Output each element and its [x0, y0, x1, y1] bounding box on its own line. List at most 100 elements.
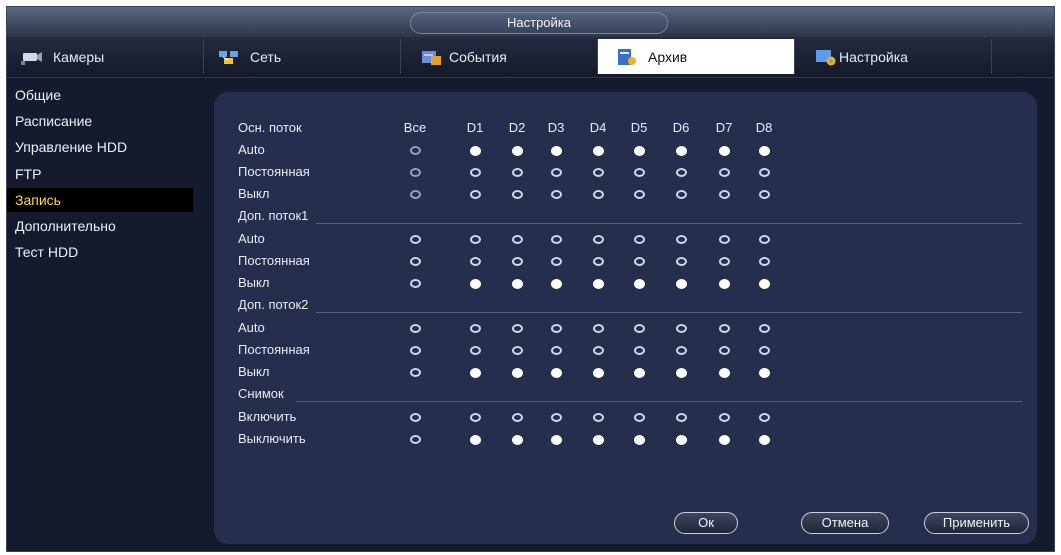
sidebar-item-general[interactable]: Общие — [7, 83, 197, 107]
radio-unselected[interactable] — [410, 435, 421, 444]
radio-selected[interactable] — [634, 146, 645, 156]
radio-unselected[interactable] — [719, 190, 730, 199]
radio-selected[interactable] — [719, 146, 730, 156]
radio-selected[interactable] — [676, 279, 687, 289]
radio-unselected[interactable] — [551, 324, 562, 333]
radio-unselected[interactable] — [593, 346, 604, 355]
radio-unselected[interactable] — [719, 346, 730, 355]
radio-unselected[interactable] — [551, 413, 562, 422]
radio-unselected[interactable] — [676, 257, 687, 266]
sidebar-item-schedule[interactable]: Расписание — [7, 109, 197, 133]
radio-selected[interactable] — [551, 368, 562, 378]
radio-unselected[interactable] — [676, 190, 687, 199]
radio-unselected[interactable] — [410, 235, 421, 244]
radio-unselected[interactable] — [719, 413, 730, 422]
radio-unselected[interactable] — [551, 346, 562, 355]
radio-unselected[interactable] — [410, 279, 421, 288]
radio-unselected[interactable] — [634, 257, 645, 266]
radio-unselected[interactable] — [593, 324, 604, 333]
radio-unselected[interactable] — [470, 346, 481, 355]
radio-unselected[interactable] — [676, 235, 687, 244]
radio-unselected[interactable] — [676, 324, 687, 333]
radio-unselected[interactable] — [634, 235, 645, 244]
radio-unselected[interactable] — [512, 413, 523, 422]
radio-unselected[interactable] — [470, 235, 481, 244]
radio-selected[interactable] — [551, 435, 562, 445]
radio-unselected[interactable] — [719, 235, 730, 244]
radio-unselected[interactable] — [512, 324, 523, 333]
radio-selected[interactable] — [512, 435, 523, 445]
radio-unselected[interactable] — [512, 190, 523, 199]
radio-selected[interactable] — [719, 279, 730, 289]
radio-unselected[interactable] — [410, 146, 421, 155]
tab-network[interactable]: Сеть — [204, 39, 401, 74]
radio-selected[interactable] — [634, 279, 645, 289]
radio-unselected[interactable] — [634, 413, 645, 422]
radio-unselected[interactable] — [759, 168, 770, 177]
ok-button[interactable]: Ок — [674, 512, 738, 534]
radio-unselected[interactable] — [410, 190, 421, 199]
apply-button[interactable]: Применить — [924, 512, 1029, 534]
radio-selected[interactable] — [759, 279, 770, 289]
radio-unselected[interactable] — [759, 346, 770, 355]
radio-selected[interactable] — [593, 368, 604, 378]
radio-unselected[interactable] — [593, 257, 604, 266]
radio-unselected[interactable] — [470, 190, 481, 199]
radio-selected[interactable] — [676, 146, 687, 156]
radio-selected[interactable] — [551, 279, 562, 289]
radio-unselected[interactable] — [676, 346, 687, 355]
radio-selected[interactable] — [676, 435, 687, 445]
radio-unselected[interactable] — [551, 168, 562, 177]
radio-unselected[interactable] — [593, 413, 604, 422]
radio-selected[interactable] — [593, 279, 604, 289]
sidebar-item-hdd-management[interactable]: Управление HDD — [7, 135, 197, 159]
radio-selected[interactable] — [512, 368, 523, 378]
radio-unselected[interactable] — [634, 324, 645, 333]
radio-unselected[interactable] — [593, 190, 604, 199]
radio-unselected[interactable] — [410, 368, 421, 377]
radio-selected[interactable] — [759, 146, 770, 156]
radio-selected[interactable] — [470, 368, 481, 378]
radio-unselected[interactable] — [551, 257, 562, 266]
radio-unselected[interactable] — [759, 324, 770, 333]
tab-events[interactable]: События — [401, 39, 598, 74]
radio-unselected[interactable] — [759, 413, 770, 422]
cancel-button[interactable]: Отмена — [801, 512, 889, 534]
radio-unselected[interactable] — [470, 413, 481, 422]
radio-selected[interactable] — [676, 368, 687, 378]
radio-unselected[interactable] — [634, 168, 645, 177]
radio-unselected[interactable] — [410, 413, 421, 422]
tab-settings[interactable]: Настройка — [795, 39, 992, 74]
radio-selected[interactable] — [470, 146, 481, 156]
radio-selected[interactable] — [719, 368, 730, 378]
radio-unselected[interactable] — [410, 346, 421, 355]
radio-selected[interactable] — [551, 146, 562, 156]
radio-unselected[interactable] — [759, 190, 770, 199]
sidebar-item-hdd-test[interactable]: Тест HDD — [7, 240, 197, 264]
radio-unselected[interactable] — [512, 168, 523, 177]
tab-cameras[interactable]: Камеры — [7, 39, 204, 74]
radio-selected[interactable] — [759, 368, 770, 378]
radio-unselected[interactable] — [551, 235, 562, 244]
radio-unselected[interactable] — [719, 324, 730, 333]
radio-unselected[interactable] — [676, 168, 687, 177]
tab-archive[interactable]: Архив — [598, 39, 795, 74]
radio-selected[interactable] — [719, 435, 730, 445]
radio-selected[interactable] — [512, 146, 523, 156]
radio-selected[interactable] — [470, 435, 481, 445]
radio-unselected[interactable] — [634, 346, 645, 355]
radio-unselected[interactable] — [470, 168, 481, 177]
radio-unselected[interactable] — [593, 168, 604, 177]
radio-unselected[interactable] — [512, 257, 523, 266]
radio-selected[interactable] — [470, 279, 481, 289]
radio-selected[interactable] — [593, 146, 604, 156]
radio-unselected[interactable] — [593, 235, 604, 244]
radio-unselected[interactable] — [410, 168, 421, 177]
radio-selected[interactable] — [759, 435, 770, 445]
radio-selected[interactable] — [593, 435, 604, 445]
radio-unselected[interactable] — [512, 235, 523, 244]
radio-unselected[interactable] — [410, 257, 421, 266]
radio-unselected[interactable] — [719, 257, 730, 266]
radio-unselected[interactable] — [551, 190, 562, 199]
radio-unselected[interactable] — [719, 168, 730, 177]
